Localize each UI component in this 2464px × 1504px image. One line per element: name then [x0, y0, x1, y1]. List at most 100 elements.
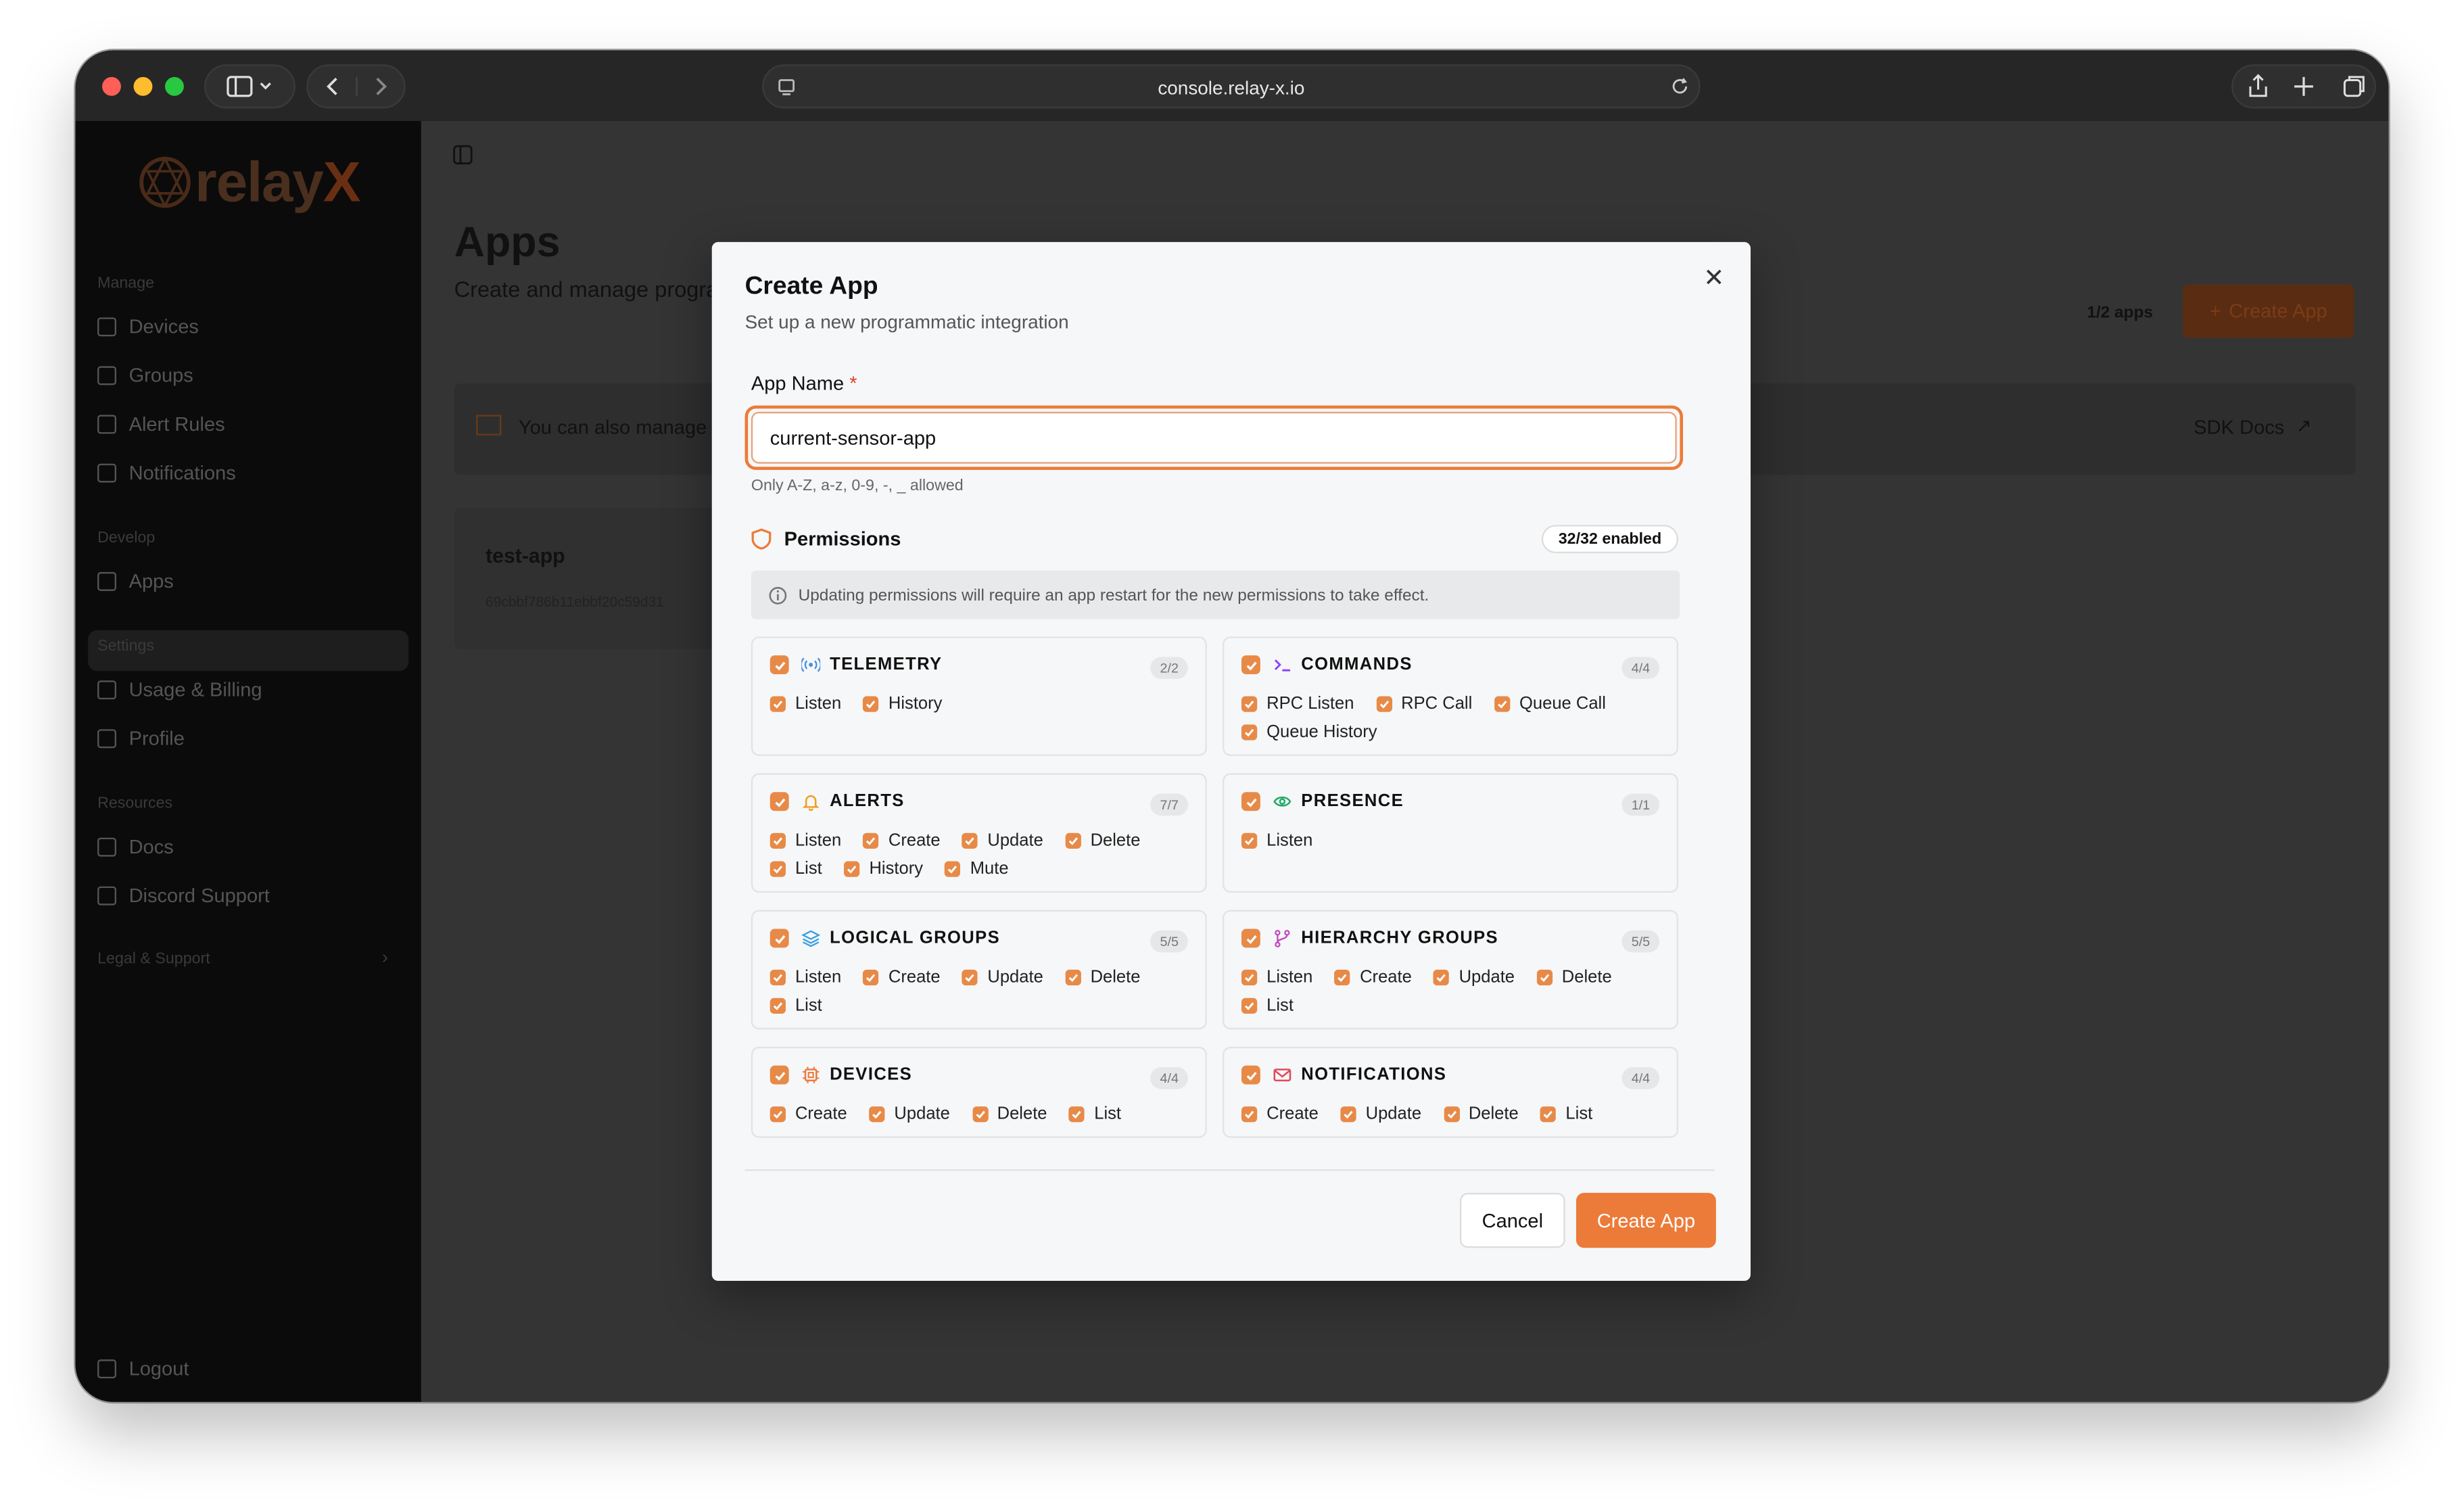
checkbox-checked[interactable]	[1375, 696, 1392, 712]
permission-checkbox-create[interactable]: Create	[863, 831, 941, 850]
sidebar-item-profile[interactable]: Profile	[97, 723, 185, 754]
checkbox-checked[interactable]	[1540, 1106, 1557, 1123]
create-app-header-button[interactable]: + Create App	[2183, 284, 2354, 338]
sidebar-item-docs[interactable]: Docs	[97, 831, 174, 862]
permission-checkbox-list[interactable]: List	[769, 860, 822, 878]
checkbox-checked[interactable]	[769, 969, 786, 986]
sidebar-item-devices[interactable]: Devices	[97, 311, 199, 342]
group-checkbox[interactable]	[769, 1065, 789, 1085]
sidebar-item-apps[interactable]: Apps	[97, 566, 174, 597]
sidebar-toggle-button[interactable]	[204, 64, 295, 109]
share-icon[interactable]	[2249, 74, 2267, 97]
close-window-button[interactable]	[102, 76, 121, 96]
permission-checkbox-queue-call[interactable]: Queue Call	[1494, 695, 1606, 713]
checkbox-checked[interactable]	[1536, 969, 1553, 986]
sdk-docs-link[interactable]: SDK Docs	[2194, 417, 2284, 439]
maximize-window-button[interactable]	[165, 76, 184, 96]
permission-checkbox-history[interactable]: History	[863, 695, 942, 713]
checkbox-checked[interactable]	[972, 1106, 988, 1123]
checkbox-checked[interactable]	[1065, 969, 1081, 986]
permission-checkbox-list[interactable]: List	[1069, 1105, 1121, 1124]
cancel-button[interactable]: Cancel	[1459, 1192, 1565, 1248]
checkbox-checked[interactable]	[1241, 969, 1258, 986]
permission-checkbox-update[interactable]: Update	[962, 968, 1043, 987]
checkbox-checked[interactable]	[945, 861, 961, 877]
checkbox-checked[interactable]	[1065, 832, 1081, 849]
permission-checkbox-queue-history[interactable]: Queue History	[1241, 723, 1377, 742]
checkbox-checked[interactable]	[844, 861, 860, 877]
checkbox-checked[interactable]	[769, 997, 786, 1014]
permission-checkbox-create[interactable]: Create	[863, 968, 941, 987]
checkbox-checked[interactable]	[1241, 1106, 1258, 1123]
reload-icon[interactable]	[1670, 77, 1689, 96]
permission-checkbox-update[interactable]: Update	[1434, 968, 1515, 987]
permission-checkbox-listen[interactable]: Listen	[769, 695, 841, 713]
new-tab-icon[interactable]	[2294, 76, 2313, 96]
sidebar-item-alert-rules[interactable]: Alert Rules	[97, 408, 225, 440]
group-checkbox[interactable]	[1241, 1065, 1260, 1085]
forward-icon[interactable]	[375, 77, 386, 95]
sidebar-item-discord-support[interactable]: Discord Support	[97, 880, 270, 911]
checkbox-checked[interactable]	[962, 969, 978, 986]
group-checkbox[interactable]	[1241, 792, 1260, 812]
sidebar-item-usage-billing[interactable]: Usage & Billing	[97, 674, 262, 705]
permission-checkbox-listen[interactable]: Listen	[1241, 831, 1312, 850]
group-checkbox[interactable]	[769, 792, 789, 812]
legal-support-link[interactable]: Legal & Support	[97, 951, 210, 968]
permission-checkbox-update[interactable]: Update	[869, 1105, 950, 1124]
checkbox-checked[interactable]	[863, 969, 879, 986]
sidebar-item-groups[interactable]: Groups	[97, 360, 193, 391]
permission-checkbox-list[interactable]: List	[1241, 996, 1294, 1015]
permission-checkbox-listen[interactable]: Listen	[1241, 968, 1312, 987]
permission-checkbox-mute[interactable]: Mute	[945, 860, 1009, 878]
checkbox-checked[interactable]	[769, 861, 786, 877]
checkbox-checked[interactable]	[869, 1106, 885, 1123]
address-bar[interactable]: console.relay-x.io	[762, 64, 1701, 109]
create-app-button[interactable]: Create App	[1575, 1192, 1716, 1248]
permission-checkbox-rpc-listen[interactable]: RPC Listen	[1241, 695, 1354, 713]
permission-checkbox-delete[interactable]: Delete	[1065, 968, 1140, 987]
app-name-input[interactable]	[751, 411, 1677, 464]
permission-checkbox-history[interactable]: History	[844, 860, 923, 878]
permission-checkbox-delete[interactable]: Delete	[1536, 968, 1612, 987]
checkbox-checked[interactable]	[1241, 724, 1258, 741]
checkbox-checked[interactable]	[863, 696, 879, 712]
group-checkbox[interactable]	[1241, 655, 1260, 674]
permission-checkbox-list[interactable]: List	[1540, 1105, 1592, 1124]
logout-button[interactable]: Logout	[97, 1353, 189, 1384]
checkbox-checked[interactable]	[1434, 969, 1450, 986]
permission-checkbox-update[interactable]: Update	[962, 831, 1043, 850]
checkbox-checked[interactable]	[769, 696, 786, 712]
group-checkbox[interactable]	[769, 929, 789, 948]
permission-checkbox-delete[interactable]: Delete	[972, 1105, 1047, 1124]
checkbox-checked[interactable]	[769, 1106, 786, 1123]
group-checkbox[interactable]	[769, 655, 789, 674]
permission-checkbox-rpc-call[interactable]: RPC Call	[1375, 695, 1472, 713]
checkbox-checked[interactable]	[1443, 1106, 1459, 1123]
permission-checkbox-listen[interactable]: Listen	[769, 968, 841, 987]
permission-checkbox-create[interactable]: Create	[1334, 968, 1412, 987]
checkbox-checked[interactable]	[1340, 1106, 1356, 1123]
permission-checkbox-listen[interactable]: Listen	[769, 831, 841, 850]
permission-checkbox-delete[interactable]: Delete	[1065, 831, 1140, 850]
permission-checkbox-list[interactable]: List	[769, 996, 822, 1015]
checkbox-checked[interactable]	[962, 832, 978, 849]
permission-checkbox-delete[interactable]: Delete	[1443, 1105, 1519, 1124]
group-checkbox[interactable]	[1241, 929, 1260, 948]
sidebar-item-notifications[interactable]: Notifications	[97, 457, 236, 488]
close-icon[interactable]: ✕	[1703, 262, 1724, 293]
checkbox-checked[interactable]	[1334, 969, 1351, 986]
checkbox-checked[interactable]	[769, 832, 786, 849]
checkbox-checked[interactable]	[1241, 997, 1258, 1014]
checkbox-checked[interactable]	[1241, 832, 1258, 849]
permission-checkbox-create[interactable]: Create	[769, 1105, 847, 1124]
checkbox-checked[interactable]	[1494, 696, 1511, 712]
permission-checkbox-create[interactable]: Create	[1241, 1105, 1319, 1124]
minimize-window-button[interactable]	[133, 76, 153, 96]
app-card[interactable]: test-app 69cbbf786b11ebbf20c59d31	[454, 507, 737, 649]
back-icon[interactable]	[325, 77, 337, 95]
checkbox-checked[interactable]	[1241, 696, 1258, 712]
checkbox-checked[interactable]	[1069, 1106, 1085, 1123]
tabs-overview-icon[interactable]	[2343, 76, 2365, 97]
permission-checkbox-update[interactable]: Update	[1340, 1105, 1421, 1124]
